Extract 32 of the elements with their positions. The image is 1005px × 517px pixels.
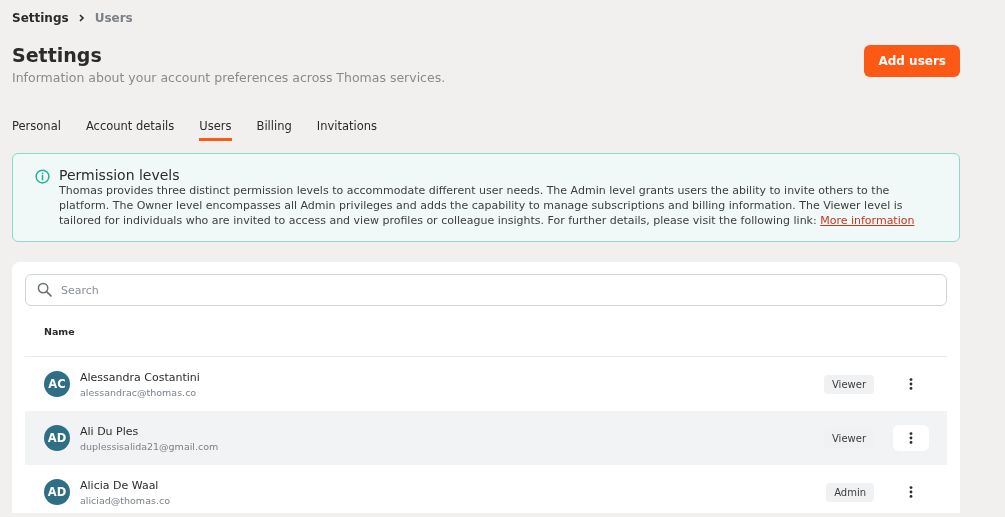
user-email: aliciad@thomas.co (80, 494, 171, 506)
chevron-right-icon (78, 14, 85, 22)
column-header: Name (44, 325, 75, 337)
avatar: AD (44, 479, 70, 505)
search-icon (37, 282, 52, 297)
more-vertical-icon (909, 378, 913, 390)
breadcrumb-link[interactable]: Settings (12, 11, 69, 25)
avatar: AD (44, 425, 70, 451)
user-email: duplessisalida21@gmail.com (80, 440, 220, 452)
user-email: alessandrac@thomas.co (80, 386, 198, 398)
tab[interactable]: Users (199, 119, 232, 141)
more-button[interactable] (893, 425, 929, 451)
role-badge: Viewer (824, 374, 874, 394)
tab[interactable]: Account details (85, 119, 175, 141)
tab[interactable]: Personal (12, 119, 61, 141)
user-name: Alicia De Waal (80, 478, 160, 492)
search-field[interactable]: Search (25, 274, 947, 306)
info-icon (35, 169, 50, 184)
page-subtitle: Information about your account preferences across Thomas services. (12, 70, 446, 85)
more-information-link[interactable]: More information (820, 214, 915, 227)
user-name: Ali Du Ples (80, 424, 140, 438)
user-row[interactable]: AD Ali Du Ples duplessisalida21@gmail.com Viewer (25, 411, 947, 465)
role-badge: Admin (826, 482, 874, 502)
banner-text: Thomas provides three distinct permission levels to accommodate different user needs. The Admin level grants users the ability to invite others to the platform. The Owner level encompasses all Admin privileges and adds the capability to manage subscriptions and billing information. The Viewer level is tailored for individuals who are invited to access and view profiles or colleague insights. For further details, please visit the following link: More information (59, 183, 916, 228)
more-vertical-icon (909, 432, 913, 444)
banner-title: Permission levels (59, 167, 181, 183)
more-vertical-icon (909, 486, 913, 498)
tab[interactable]: Invitations (316, 119, 378, 141)
page-title: Settings (12, 44, 103, 66)
avatar: AC (44, 371, 70, 397)
tab[interactable]: Billing (256, 119, 292, 141)
user-name: Alessandra Costantini (80, 370, 201, 384)
